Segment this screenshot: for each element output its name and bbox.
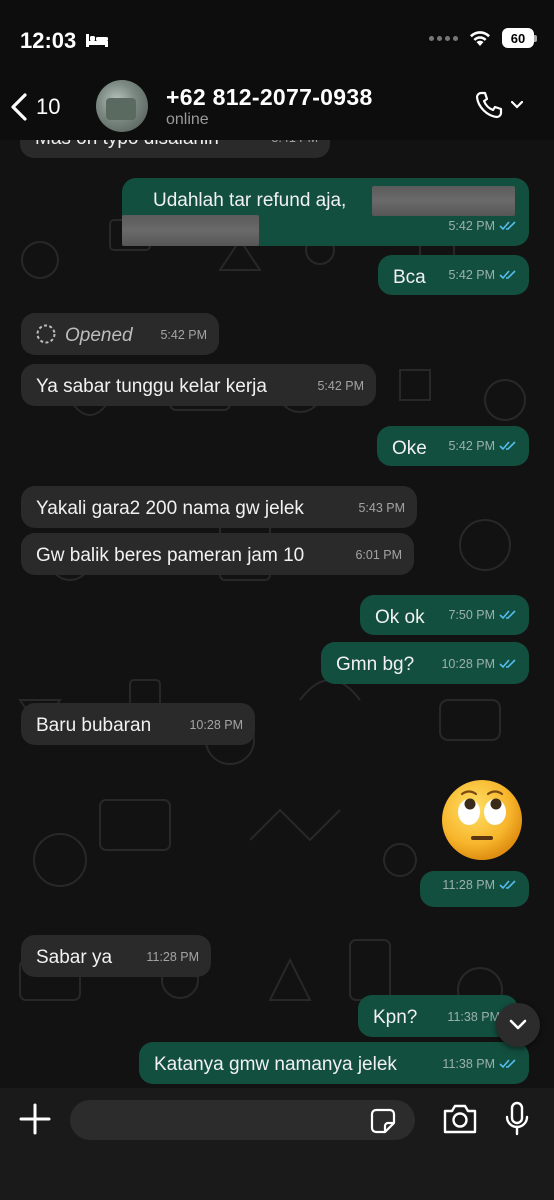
message-text: Baru bubaran [36,715,152,736]
message-incoming[interactable]: Gw balik beres pameran jam 10 6:01 PM [21,533,414,575]
double-check-icon [499,221,516,231]
message-incoming[interactable]: Ya sabar tunggu kelar kerja 5:42 PM [21,364,376,406]
chevron-down-icon [510,100,524,109]
message-time: 5:43 PM [358,501,405,515]
back-chevron-icon [11,93,27,121]
message-incoming[interactable]: Yakali gara2 200 nama gw jelek 5:43 PM [21,486,417,528]
message-text: Bca [393,267,426,288]
double-check-icon [499,1059,516,1069]
message-time: 11:38 PM [447,1010,500,1024]
message-text: Udahlah tar refund aja, [153,190,347,211]
microphone-icon[interactable] [504,1101,530,1137]
sticker-icon[interactable] [370,1108,396,1134]
message-incoming[interactable]: Opened 5:42 PM [21,313,219,355]
camera-icon[interactable] [442,1103,478,1135]
message-time: 11:28 PM [146,950,199,964]
message-time: 10:28 PM [189,718,243,732]
double-check-icon [499,270,516,280]
contact-status: online [166,111,209,128]
message-outgoing[interactable]: Ok ok 7:50 PM [360,595,529,635]
message-text: Gw balik beres pameran jam 10 [36,545,305,566]
message-outgoing[interactable]: 11:28 PM [420,871,529,907]
message-outgoing[interactable]: Katanya gmw namanya jelek 11:38 PM [139,1042,529,1084]
redacted-area [372,186,515,216]
message-time: 6:01 PM [355,548,402,562]
message-outgoing[interactable]: Kpn? 11:38 PM [358,995,518,1037]
message-outgoing[interactable]: Oke 5:42 PM [377,426,529,466]
message-time: 11:28 PM [442,873,517,897]
message-time: 5:42 PM [160,328,207,342]
cellular-icon [429,35,458,41]
message-text: Oke [392,438,427,459]
status-time: 12:03 [20,28,77,53]
status-indicators: 60 [429,28,537,48]
scroll-to-bottom-button[interactable] [496,1003,540,1047]
message-time: 5:42 PM [317,379,364,393]
message-time: 5:41 PM [271,140,318,150]
plus-icon[interactable] [18,1102,52,1136]
battery-icon: 60 [502,28,537,48]
redacted-area [122,215,259,246]
message-text: Katanya gmw namanya jelek [154,1054,397,1075]
composer-bar [0,1088,554,1200]
chat-area[interactable]: Mas ori typo disalahin 5:41 PM Udahlah t… [0,140,554,1088]
message-time: 5:42 PM [448,263,517,287]
message-outgoing[interactable]: Bca 5:42 PM [378,255,529,295]
message-time: 10:28 PM [441,652,517,676]
message-outgoing[interactable]: Udahlah tar refund aja, 5:42 PM [122,178,529,246]
double-check-icon [499,659,516,669]
message-text: Ya sabar tunggu kelar kerja [36,376,267,397]
double-check-icon [499,880,516,890]
unread-count: 10 [36,94,61,119]
message-text: Kpn? [373,1007,418,1028]
contact-name[interactable]: +62 812-2077-0938 [166,84,373,111]
view-once-icon [36,324,56,344]
message-time: 7:50 PM [448,603,517,627]
message-time: 5:42 PM [448,214,517,238]
bed-icon [86,34,108,47]
message-text: Gmn bg? [336,654,415,675]
double-check-icon [499,610,516,620]
message-input[interactable] [70,1100,415,1140]
message-text: Sabar ya [36,947,113,968]
double-check-icon [499,441,516,451]
message-text: Mas ori typo disalahin [35,140,219,151]
back-button[interactable]: 10 [10,86,60,128]
chevron-down-icon [509,1019,527,1030]
message-incoming[interactable]: Sabar ya 11:28 PM [21,935,211,977]
message-time: 5:42 PM [448,434,517,458]
phone-icon [475,91,503,119]
face-with-rolling-eyes-emoji[interactable] [440,778,524,862]
chat-header: 10 +62 812-2077-0938 online [0,80,554,140]
message-text: Ok ok [375,607,425,628]
call-button[interactable] [474,90,524,120]
avatar[interactable] [96,80,148,132]
status-bar: 12:03 60 [0,0,554,80]
wifi-icon [470,31,490,46]
message-text: Yakali gara2 200 nama gw jelek [36,498,304,519]
message-incoming[interactable]: Baru bubaran 10:28 PM [21,703,255,745]
message-outgoing[interactable]: Gmn bg? 10:28 PM [321,642,529,684]
message-time: 11:38 PM [442,1052,517,1076]
message-incoming[interactable]: Mas ori typo disalahin 5:41 PM [20,140,330,158]
message-text: Opened [65,325,133,346]
